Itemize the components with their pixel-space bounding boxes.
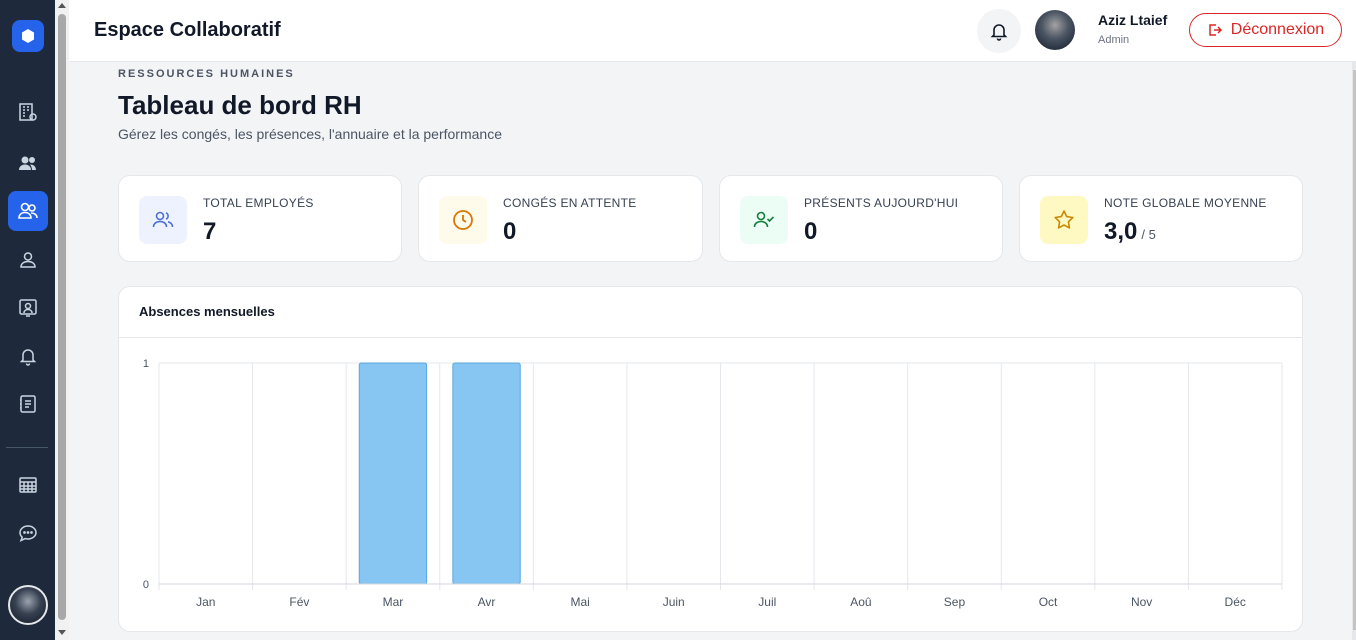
clock-icon xyxy=(453,210,473,230)
stat-value: 0 xyxy=(804,218,818,245)
team-icon xyxy=(18,202,38,219)
logout-label: Déconnexion xyxy=(1230,21,1325,38)
user-name: Aziz Ltaief xyxy=(1098,12,1168,28)
top-header: Espace Collaboratif Aziz Ltaief Admin Dé… xyxy=(69,0,1356,62)
building-settings-icon xyxy=(19,103,37,121)
stat-icon-box xyxy=(139,196,187,244)
chat-icon xyxy=(19,525,37,542)
stat-card-average-rating: NOTE GLOBALE MOYENNE 3,0/ 5 xyxy=(1019,175,1303,262)
user-avatar[interactable] xyxy=(1035,10,1075,50)
page-kicker: RESSOURCES HUMAINES xyxy=(118,68,295,80)
logout-button[interactable]: Déconnexion xyxy=(1189,13,1342,47)
x-tick-label: Jan xyxy=(196,595,215,609)
user-icon xyxy=(20,252,36,268)
page-title: Tableau de bord RH xyxy=(118,90,362,120)
users-icon xyxy=(19,156,36,170)
x-tick-label: Mai xyxy=(570,595,589,609)
x-tick-label: Nov xyxy=(1131,595,1152,609)
logout-icon xyxy=(1209,24,1222,36)
stat-suffix: / 5 xyxy=(1141,227,1156,242)
stat-value: 0 xyxy=(503,218,517,245)
star-icon xyxy=(1054,210,1074,229)
notifications-button[interactable] xyxy=(977,9,1021,53)
x-tick-label: Mar xyxy=(383,595,404,609)
y-tick-label: 0 xyxy=(143,579,149,591)
bell-icon xyxy=(19,349,37,366)
x-tick-label: Oct xyxy=(1039,595,1058,609)
stat-value: 7 xyxy=(203,218,217,245)
stat-card-employees: TOTAL EMPLOYÉS 7 xyxy=(118,175,402,262)
stat-icon-box xyxy=(740,196,788,244)
presentation-icon xyxy=(19,299,37,317)
page-subtitle: Gérez les congés, les présences, l'annua… xyxy=(118,126,502,142)
users-icon xyxy=(152,211,174,228)
scroll-down-icon[interactable] xyxy=(58,630,66,635)
x-tick-label: Sep xyxy=(944,595,966,609)
bar-Avr xyxy=(452,362,521,585)
sidebar-item-profile[interactable] xyxy=(8,240,48,280)
sidebar-item-rh[interactable] xyxy=(8,191,48,231)
sidebar-item-users[interactable] xyxy=(8,143,48,183)
notebook-icon xyxy=(20,395,36,413)
stat-icon-box xyxy=(1040,196,1088,244)
stat-label: PRÉSENTS AUJOURD'HUI xyxy=(804,196,959,210)
stat-card-present-today: PRÉSENTS AUJOURD'HUI 0 xyxy=(719,175,1003,262)
stat-card-pending-leaves: CONGÉS EN ATTENTE 0 xyxy=(418,175,703,262)
stat-label: TOTAL EMPLOYÉS xyxy=(203,196,314,210)
sidebar-item-notebook[interactable] xyxy=(8,384,48,424)
bar-Mar xyxy=(358,362,428,585)
sidebar xyxy=(0,0,55,640)
stat-label: CONGÉS EN ATTENTE xyxy=(503,196,637,210)
sidebar-item-notifications[interactable] xyxy=(8,336,48,376)
x-tick-label: Avr xyxy=(478,595,496,609)
sidebar-item-organisation[interactable] xyxy=(8,92,48,132)
scrollbar-thumb[interactable] xyxy=(58,14,66,620)
sidebar-avatar[interactable] xyxy=(8,585,48,625)
user-check-icon xyxy=(753,211,775,228)
sidebar-item-calendar[interactable] xyxy=(8,465,48,505)
app-title: Espace Collaboratif xyxy=(94,19,281,41)
app-logo-icon[interactable] xyxy=(12,20,44,52)
x-tick-label: Juil xyxy=(758,595,776,609)
user-role: Admin xyxy=(1098,34,1130,46)
content-scrollbar[interactable] xyxy=(1352,62,1356,640)
stat-label: NOTE GLOBALE MOYENNE xyxy=(1104,196,1267,210)
scrollbar[interactable] xyxy=(55,0,69,640)
stat-icon-box xyxy=(439,196,487,244)
x-tick-label: Juin xyxy=(663,595,685,609)
calendar-table-icon xyxy=(19,477,37,493)
absences-bar-chart: 0 1 Jan Fév Mar Avr Mai Juin Juil Aoû Sep Oct Nov Déc xyxy=(143,358,1283,609)
stat-value: 3,0/ 5 xyxy=(1104,218,1156,245)
x-tick-label: Aoû xyxy=(850,595,871,609)
x-tick-label: Fév xyxy=(289,595,309,609)
bell-icon xyxy=(990,24,1008,41)
chart-title: Absences mensuelles xyxy=(139,304,275,319)
absences-chart-card: Absences mensuelles 0 1 Jan Fév Mar Avr Mai Jui… xyxy=(118,286,1303,632)
sidebar-item-presentation[interactable] xyxy=(8,288,48,328)
y-tick-label: 1 xyxy=(143,358,149,370)
sidebar-item-chat[interactable] xyxy=(8,513,48,553)
sidebar-divider xyxy=(6,447,48,448)
scroll-up-icon[interactable] xyxy=(58,3,66,8)
x-tick-label: Déc xyxy=(1225,595,1246,609)
